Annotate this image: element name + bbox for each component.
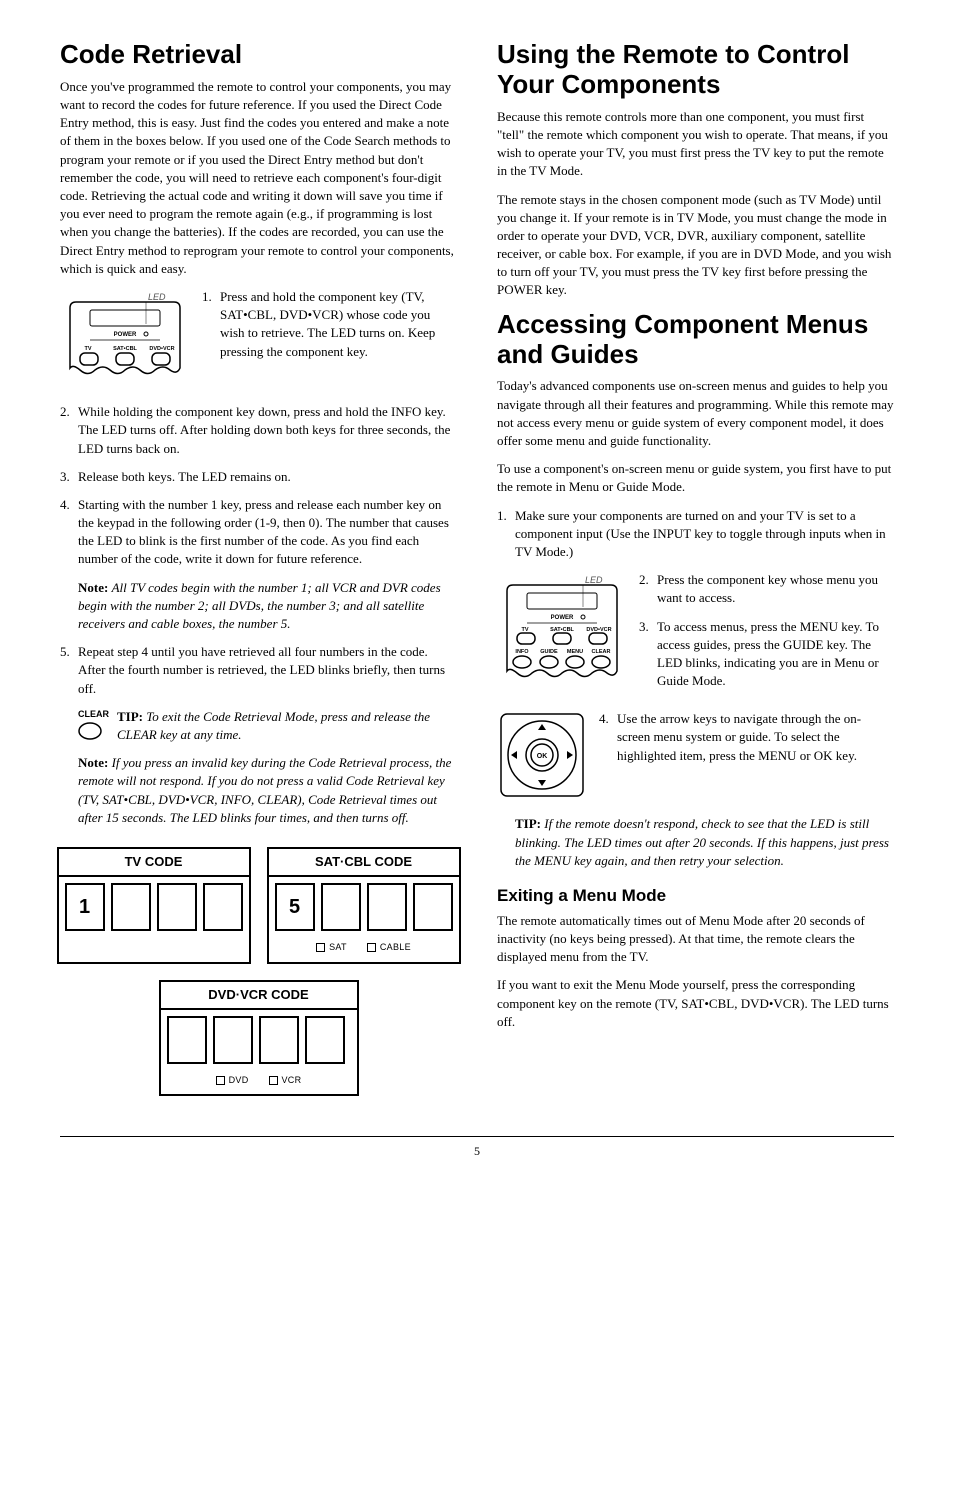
figure-step1-row: LED POWER TV SAT•CBL DVD•VCR 1.Press and bbox=[60, 288, 457, 393]
left-column: Code Retrieval Once you've programmed th… bbox=[60, 40, 457, 1096]
dvdvcr-code-digit-1 bbox=[167, 1016, 207, 1064]
svg-text:OK: OK bbox=[537, 753, 548, 760]
svg-text:GUIDE: GUIDE bbox=[540, 649, 558, 655]
led-label: LED bbox=[148, 292, 166, 302]
right-tip: TIP: If the remote doesn't respond, chec… bbox=[515, 815, 894, 870]
svg-text:SAT•CBL: SAT•CBL bbox=[113, 346, 137, 352]
intro-paragraph: Once you've programmed the remote to con… bbox=[60, 78, 457, 278]
heading-code-retrieval: Code Retrieval bbox=[60, 40, 457, 70]
svg-text:TV: TV bbox=[84, 346, 91, 352]
svg-text:INFO: INFO bbox=[515, 649, 529, 655]
heading-exiting-menu: Exiting a Menu Mode bbox=[497, 884, 894, 908]
note-1: Note: All TV codes begin with the number… bbox=[78, 579, 457, 634]
vcr-checkbox: VCR bbox=[269, 1074, 302, 1087]
satcbl-code-digit-4 bbox=[413, 883, 453, 931]
tip-block: CLEAR TIP: To exit the Code Retrieval Mo… bbox=[78, 708, 457, 744]
satcbl-code-digit-1: 5 bbox=[275, 883, 315, 931]
right-column: Using the Remote to Control Your Compone… bbox=[497, 40, 894, 1096]
step-1: 1.Press and hold the component key (TV, … bbox=[202, 288, 457, 361]
exit-p5: The remote automatically times out of Me… bbox=[497, 912, 894, 967]
access-p3: Today's advanced components use on-scree… bbox=[497, 377, 894, 450]
code-boxes-row: TV CODE 1 SAT·CBL CODE 5 SAT bbox=[60, 847, 457, 964]
heading-using-remote: Using the Remote to Control Your Compone… bbox=[497, 40, 894, 100]
led-label-2: LED bbox=[585, 575, 603, 585]
dvdvcr-code-box: DVD·VCR CODE DVD VCR bbox=[159, 980, 359, 1097]
access-step-4: 4.Use the arrow keys to navigate through… bbox=[599, 710, 894, 765]
access-p4: To use a component's on-screen menu or g… bbox=[497, 460, 894, 496]
satcbl-code-box: SAT·CBL CODE 5 SAT CABLE bbox=[267, 847, 461, 964]
access-step-2: 2.Press the component key whose menu you… bbox=[639, 571, 894, 607]
tv-code-digit-1: 1 bbox=[65, 883, 105, 931]
svg-text:DVD•VCR: DVD•VCR bbox=[586, 627, 611, 633]
step-5: 5.Repeat step 4 until you have retrieved… bbox=[60, 643, 457, 698]
svg-text:SAT•CBL: SAT•CBL bbox=[550, 627, 574, 633]
page-number: 5 bbox=[474, 1144, 480, 1158]
svg-text:POWER: POWER bbox=[551, 615, 574, 621]
remote-top-figure: LED POWER TV SAT•CBL DVD•VCR bbox=[60, 288, 190, 393]
heading-accessing-menus: Accessing Component Menus and Guides bbox=[497, 310, 894, 370]
tv-code-digit-2 bbox=[111, 883, 151, 931]
dvd-checkbox: DVD bbox=[216, 1074, 249, 1087]
svg-text:CLEAR: CLEAR bbox=[592, 649, 611, 655]
tv-code-box: TV CODE 1 bbox=[57, 847, 251, 964]
sat-checkbox: SAT bbox=[316, 941, 347, 954]
clear-button-icon: CLEAR bbox=[78, 708, 109, 741]
svg-text:DVD•VCR: DVD•VCR bbox=[149, 346, 174, 352]
step-4: 4.Starting with the number 1 key, press … bbox=[60, 496, 457, 569]
access-step-1: 1.Make sure your components are turned o… bbox=[497, 507, 894, 562]
step-3: 3.Release both keys. The LED remains on. bbox=[60, 468, 457, 486]
svg-text:TV: TV bbox=[521, 627, 528, 633]
tv-code-digit-4 bbox=[203, 883, 243, 931]
satcbl-code-digit-3 bbox=[367, 883, 407, 931]
svg-text:MENU: MENU bbox=[567, 649, 583, 655]
dvdvcr-code-digit-3 bbox=[259, 1016, 299, 1064]
tv-code-digit-3 bbox=[157, 883, 197, 931]
step-2: 2.While holding the component key down, … bbox=[60, 403, 457, 458]
figure-step23-row: LED POWER TV SAT•CBL DVD•VCR INFO GUIDE … bbox=[497, 571, 894, 700]
satcbl-code-digit-2 bbox=[321, 883, 361, 931]
figure-step4-row: OK 4.Use the arrow keys to navigate thro… bbox=[497, 710, 894, 805]
dvdvcr-code-digit-4 bbox=[305, 1016, 345, 1064]
page-footer: 5 bbox=[60, 1136, 894, 1160]
exit-p6: If you want to exit the Menu Mode yourse… bbox=[497, 976, 894, 1031]
access-step-3: 3.To access menus, press the MENU key. T… bbox=[639, 618, 894, 691]
dvdvcr-code-digit-2 bbox=[213, 1016, 253, 1064]
svg-text:POWER: POWER bbox=[114, 332, 137, 338]
note-2: Note: If you press an invalid key during… bbox=[78, 754, 457, 827]
using-p2: The remote stays in the chosen component… bbox=[497, 191, 894, 300]
arrow-keys-figure: OK bbox=[497, 710, 587, 805]
cable-checkbox: CABLE bbox=[367, 941, 411, 954]
remote-menu-figure: LED POWER TV SAT•CBL DVD•VCR INFO GUIDE … bbox=[497, 571, 627, 696]
using-p1: Because this remote controls more than o… bbox=[497, 108, 894, 181]
